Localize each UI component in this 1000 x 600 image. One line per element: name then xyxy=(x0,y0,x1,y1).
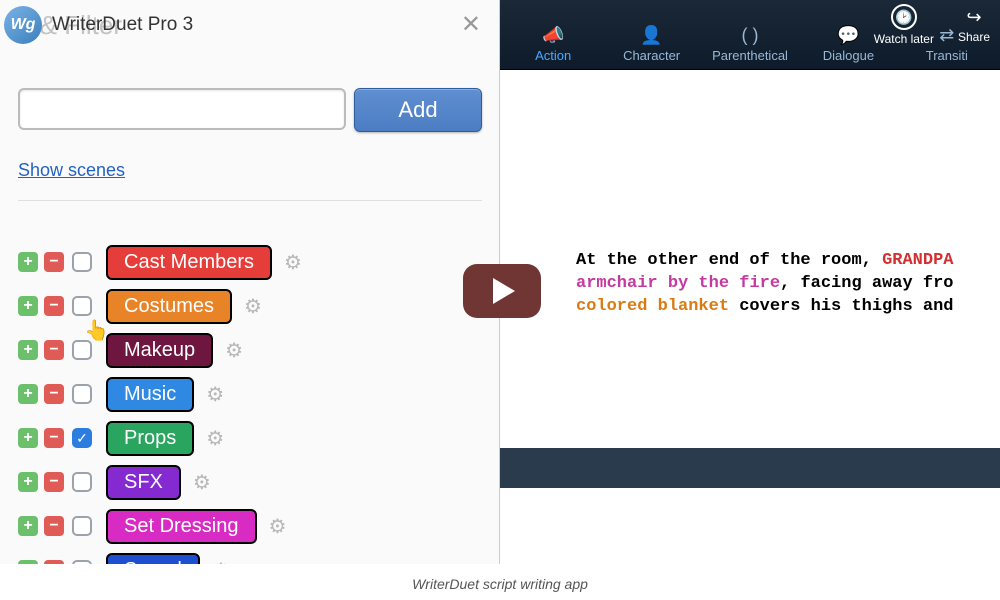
toolbar-item-label: Parenthetical xyxy=(712,48,788,63)
gear-icon[interactable]: ⚙ xyxy=(269,514,287,539)
tag-checkbox[interactable] xyxy=(72,340,92,360)
figure-caption: WriterDuet script writing app xyxy=(0,576,1000,592)
tagged-costume: colored blanket xyxy=(576,297,729,316)
tag-list: +−Cast Members⚙+−Costumes⚙+−Makeup⚙+−Mus… xyxy=(18,242,302,564)
expand-icon[interactable]: + xyxy=(18,340,38,360)
expand-icon[interactable]: + xyxy=(18,384,38,404)
gear-icon[interactable]: ⚙ xyxy=(193,470,211,495)
tag-chip[interactable]: Sound xyxy=(106,553,200,565)
script-page[interactable]: At the other end of the room, GRANDPA ar… xyxy=(500,70,1000,564)
tag-chip[interactable]: Makeup xyxy=(106,333,213,368)
dialogue-icon: 💬 xyxy=(837,25,859,46)
gear-icon[interactable]: ⚙ xyxy=(206,382,224,407)
share-label: Share xyxy=(958,30,990,44)
tag-chip[interactable]: SFX xyxy=(106,465,181,500)
tag-row: +− Costumes ⚙ xyxy=(18,286,302,326)
share-icon: ↪ xyxy=(966,7,981,28)
add-button[interactable]: Add xyxy=(354,88,482,132)
gear-icon[interactable]: ⚙ xyxy=(244,294,262,319)
tag-row: +− Music ⚙ xyxy=(18,374,302,414)
share-button[interactable]: ↪ Share xyxy=(958,7,990,44)
collapse-icon[interactable]: − xyxy=(44,384,64,404)
collapse-icon[interactable]: − xyxy=(44,428,64,448)
expand-icon[interactable]: + xyxy=(18,560,38,564)
toolbar-item-label: Dialogue xyxy=(823,48,874,63)
tag-filter-panel: g & Filter ✕ Add Show scenes +−Cast Memb… xyxy=(0,0,500,564)
toolbar-item-label: Character xyxy=(623,48,680,63)
toolbar-item-label: Action xyxy=(535,48,571,63)
script-text: covers his thighs and xyxy=(729,297,953,316)
parenthetical-icon: ( ) xyxy=(742,25,759,46)
toolbar-item-parenthetical[interactable]: ( ) Parenthetical xyxy=(701,25,799,63)
tag-checkbox[interactable] xyxy=(72,560,92,564)
video-frame: Wg WriterDuet Pro 3 g & Filter ✕ Add Sho… xyxy=(0,0,1000,564)
tag-name-input[interactable] xyxy=(18,88,346,130)
element-toolbar: 🕑 Watch later ↪ Share 📣 Action 👤 Character (… xyxy=(500,0,1000,70)
tag-checkbox[interactable] xyxy=(72,384,92,404)
toolbar-item-action[interactable]: 📣 Action xyxy=(504,25,602,63)
watch-later-icon: 🕑 xyxy=(891,4,917,30)
script-text: , facing away fro xyxy=(780,274,953,293)
tag-row: +− Set Dressing ⚙ xyxy=(18,506,302,546)
collapse-icon[interactable]: − xyxy=(44,340,64,360)
gear-icon[interactable]: ⚙ xyxy=(284,250,302,275)
tag-checkbox[interactable] xyxy=(72,472,92,492)
expand-icon[interactable]: + xyxy=(18,252,38,272)
expand-icon[interactable]: + xyxy=(18,472,38,492)
tag-chip[interactable]: Set Dressing xyxy=(106,509,257,544)
tag-row: +− Cast Members ⚙ xyxy=(18,242,302,282)
tag-chip[interactable]: Music xyxy=(106,377,194,412)
tag-row: +− SFX ⚙ xyxy=(18,462,302,502)
tag-chip[interactable]: Cast Members xyxy=(106,245,272,280)
tagged-set-dressing: armchair by the fire xyxy=(576,274,780,293)
watch-later-label: Watch later xyxy=(874,32,934,46)
editor-pane: 🕑 Watch later ↪ Share 📣 Action 👤 Character (… xyxy=(500,0,1000,564)
collapse-icon[interactable]: − xyxy=(44,252,64,272)
close-icon[interactable]: ✕ xyxy=(461,10,481,39)
collapse-icon[interactable]: − xyxy=(44,516,64,536)
toolbar-item-label: Transiti xyxy=(926,48,968,63)
watch-later-button[interactable]: 🕑 Watch later xyxy=(874,4,934,46)
toolbar-item-character[interactable]: 👤 Character xyxy=(602,25,700,63)
action-icon: 📣 xyxy=(542,25,564,46)
tag-checkbox[interactable] xyxy=(72,296,92,316)
tag-checkbox[interactable] xyxy=(72,252,92,272)
gear-icon[interactable]: ⚙ xyxy=(212,558,230,565)
expand-icon[interactable]: + xyxy=(18,296,38,316)
collapse-icon[interactable]: − xyxy=(44,296,64,316)
tag-checkbox[interactable] xyxy=(72,428,92,448)
editor-bottom-bar xyxy=(500,448,1000,488)
tag-row: + − Sound ⚙ xyxy=(18,550,302,564)
tag-row: +− Makeup ⚙ xyxy=(18,330,302,370)
app-logo: Wg xyxy=(4,6,42,44)
character-icon: 👤 xyxy=(640,25,662,46)
expand-icon[interactable]: + xyxy=(18,428,38,448)
tag-chip[interactable]: Props xyxy=(106,421,194,456)
gear-icon[interactable]: ⚙ xyxy=(206,426,224,451)
tag-row: +− Props ⚙ xyxy=(18,418,302,458)
collapse-icon[interactable]: − xyxy=(44,472,64,492)
tag-checkbox[interactable] xyxy=(72,516,92,536)
show-scenes-link[interactable]: Show scenes xyxy=(18,160,125,181)
panel-divider xyxy=(18,200,482,201)
script-text: At the other end of the room, xyxy=(576,251,882,270)
youtube-play-button[interactable] xyxy=(463,264,541,318)
expand-icon[interactable]: + xyxy=(18,516,38,536)
gear-icon[interactable]: ⚙ xyxy=(225,338,243,363)
youtube-controls: 🕑 Watch later ↪ Share xyxy=(874,4,990,46)
collapse-icon[interactable]: − xyxy=(44,560,64,564)
app-title: WriterDuet Pro 3 xyxy=(52,14,193,36)
tagged-cast-member: GRANDPA xyxy=(882,251,953,270)
app-title-row: Wg WriterDuet Pro 3 xyxy=(4,6,193,44)
tag-chip[interactable]: Costumes xyxy=(106,289,232,324)
